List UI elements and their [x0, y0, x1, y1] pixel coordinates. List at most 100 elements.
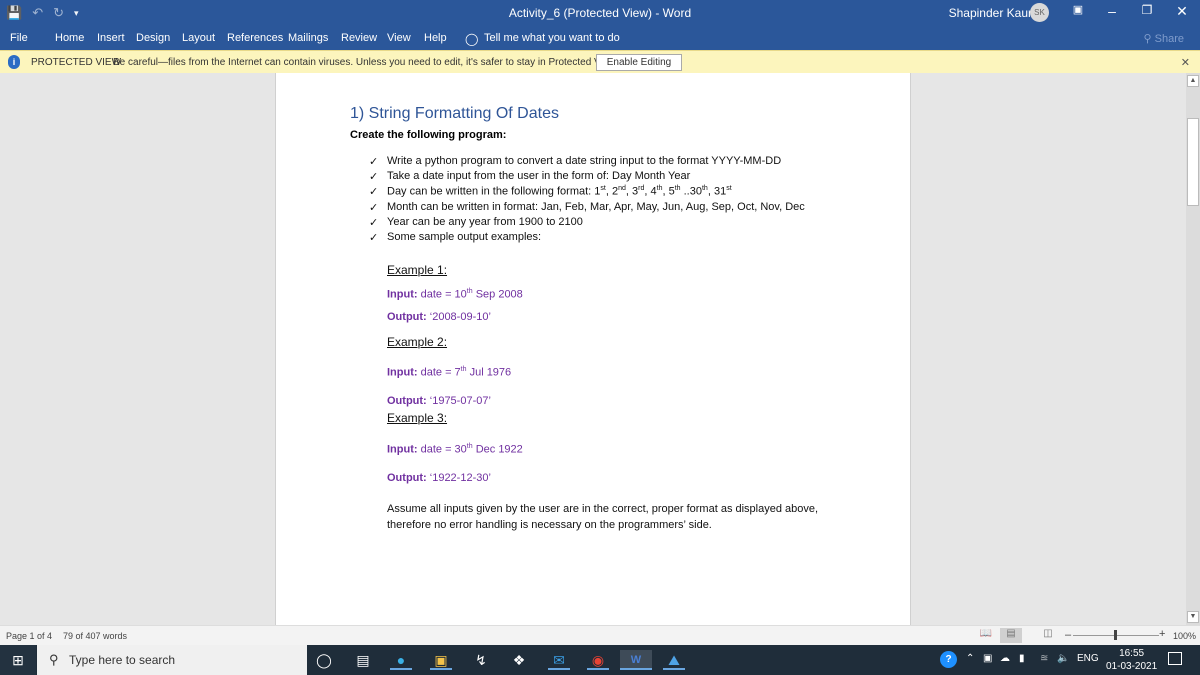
protected-view-message: Be careful—files from the Internet can c…	[113, 57, 618, 68]
tab-references[interactable]: References	[227, 32, 283, 44]
meet-now-icon[interactable]: ▣	[983, 653, 992, 664]
tab-view[interactable]: View	[387, 32, 411, 44]
tab-home[interactable]: Home	[55, 32, 84, 44]
search-placeholder: Type here to search	[69, 653, 176, 667]
bullet-text: Day can be written in the following form…	[387, 185, 732, 199]
output-value: ‘1922-12-30’	[426, 472, 491, 484]
example-3-input: Input: date = 30th Dec 1922	[387, 443, 523, 456]
language-indicator[interactable]: ENG	[1077, 653, 1099, 664]
document-heading: 1) String Formatting Of Dates	[350, 105, 559, 122]
input-label: Input:	[387, 366, 418, 379]
search-icon: ⚲	[49, 652, 59, 667]
ribbon-display-options-icon[interactable]: ▣	[1066, 3, 1090, 16]
avatar[interactable]: SK	[1030, 3, 1049, 22]
input-value-rest: Dec 1922	[472, 443, 523, 456]
tab-mailings[interactable]: Mailings	[288, 32, 328, 44]
zoom-level[interactable]: 100%	[1173, 631, 1196, 641]
bullet-text: Take a date input from the user in the f…	[387, 170, 691, 183]
input-label: Input:	[387, 443, 418, 456]
file-explorer-icon[interactable]: ▣	[430, 650, 452, 670]
windows-start-icon[interactable]: ⊞	[0, 645, 36, 675]
checkmark-icon: ✓	[369, 231, 379, 244]
ordinal-suffix: st	[726, 185, 732, 193]
checkmark-icon: ✓	[369, 201, 379, 214]
tab-design[interactable]: Design	[136, 32, 170, 44]
bullet-text: Some sample output examples:	[387, 230, 542, 243]
example-3-title: Example 3:	[387, 411, 448, 425]
wifi-icon[interactable]: ≊	[1040, 653, 1048, 664]
share-label: Share	[1154, 33, 1184, 45]
restore-icon[interactable]: ❐	[1135, 3, 1159, 17]
print-layout-icon[interactable]: ▤	[1000, 628, 1022, 643]
user-name[interactable]: Shapinder Kaur	[949, 6, 1032, 20]
mail-icon[interactable]: ✉	[548, 650, 570, 670]
ordinal-suffix: rd	[638, 185, 645, 193]
tab-review[interactable]: Review	[341, 32, 377, 44]
output-label: Output:	[387, 472, 427, 484]
show-hidden-icons-icon[interactable]: ⌃	[966, 653, 974, 664]
word-count[interactable]: 79 of 407 words	[63, 631, 127, 641]
scrollbar-thumb[interactable]	[1187, 118, 1199, 206]
word-icon[interactable]: W	[620, 650, 652, 670]
list-item: ✓ Month can be written in format: Jan, Fe…	[369, 201, 805, 216]
clock[interactable]: 16:55 01-03-2021	[1106, 647, 1157, 673]
status-bar: Page 1 of 4 79 of 407 words 📖 ▤ ◫ – + 10…	[0, 625, 1200, 645]
minimize-icon[interactable]: –	[1100, 3, 1124, 19]
web-layout-icon[interactable]: ◫	[1037, 628, 1059, 643]
read-mode-icon[interactable]: 📖	[975, 628, 997, 643]
vertical-scrollbar[interactable]: ▲ ▼	[1186, 73, 1200, 625]
app-icon[interactable]: ↯	[470, 650, 492, 670]
chrome-icon[interactable]: ◉	[587, 650, 609, 670]
scroll-up-icon[interactable]: ▲	[1187, 75, 1199, 87]
close-bar-icon[interactable]: ✕	[1181, 56, 1190, 69]
share-button[interactable]: ⚲ Share	[1144, 32, 1184, 45]
task-view-icon[interactable]: ▤	[352, 650, 374, 670]
tab-layout[interactable]: Layout	[182, 32, 215, 44]
zoom-slider-thumb[interactable]	[1114, 630, 1117, 640]
list-item: ✓ Write a python program to convert a dat…	[369, 155, 805, 170]
tab-help[interactable]: Help	[424, 32, 447, 44]
list-item: ✓ Take a date input from the user in the …	[369, 170, 805, 185]
cortana-icon[interactable]: ◯	[313, 650, 335, 670]
page-count[interactable]: Page 1 of 4	[6, 631, 52, 641]
example-2-output: Output: ‘1975-07-07’	[387, 395, 491, 407]
list-item: ✓ Day can be written in the following for…	[369, 185, 805, 200]
volume-icon[interactable]: 🔈	[1057, 653, 1069, 664]
example-1-output: Output: ‘2008-09-10’	[387, 311, 491, 323]
input-value: date = 7	[417, 366, 461, 379]
notification-icon[interactable]	[1168, 652, 1182, 665]
zoom-out-icon[interactable]: –	[1065, 629, 1071, 641]
onedrive-icon[interactable]: ☁	[1000, 653, 1010, 664]
tell-me-search[interactable]: Tell me what you want to do	[484, 32, 620, 44]
taskbar-search[interactable]: ⚲ Type here to search	[37, 645, 307, 675]
ordinal-suffix: th	[656, 185, 663, 193]
output-label: Output:	[387, 311, 427, 323]
photos-icon[interactable]: ⛰	[663, 650, 685, 670]
checkmark-icon: ✓	[369, 156, 379, 168]
input-value-rest: Jul 1976	[466, 366, 512, 379]
edge-icon[interactable]: ●	[390, 650, 412, 670]
protected-view-label: PROTECTED VIEW	[31, 57, 122, 68]
enable-editing-button[interactable]: Enable Editing	[596, 54, 682, 71]
shield-info-icon: i	[8, 55, 20, 69]
tab-file[interactable]: File	[10, 32, 28, 44]
close-icon[interactable]: ✕	[1170, 3, 1194, 20]
scroll-down-icon[interactable]: ▼	[1187, 611, 1199, 623]
zoom-in-icon[interactable]: +	[1159, 628, 1165, 640]
document-page[interactable]: 1) String Formatting Of Dates Create the…	[275, 73, 911, 633]
clock-time: 16:55	[1119, 648, 1145, 659]
example-3-output: Output: ‘1922-12-30’	[387, 472, 491, 484]
list-item: ✓ Some sample output examples:	[369, 231, 805, 246]
help-icon[interactable]: ?	[940, 651, 957, 668]
checkmark-icon: ✓	[369, 216, 379, 229]
bullet-text: Year can be any year from 1900 to 2100	[387, 215, 583, 228]
input-value: date = 30	[417, 443, 467, 456]
battery-icon[interactable]: ▮	[1019, 653, 1025, 664]
person-add-icon: ⚲	[1143, 33, 1155, 45]
input-label: Input:	[387, 288, 418, 301]
closing-paragraph: Assume all inputs given by the user are …	[387, 503, 819, 531]
taskbar: ⊞ ⚲ Type here to search ◯ ▤ ● ▣ ↯ ❖ ✉ ◉ …	[0, 645, 1200, 675]
document-subheading: Create the following program:	[350, 129, 507, 141]
tab-insert[interactable]: Insert	[97, 32, 125, 44]
dropbox-icon[interactable]: ❖	[508, 650, 530, 670]
